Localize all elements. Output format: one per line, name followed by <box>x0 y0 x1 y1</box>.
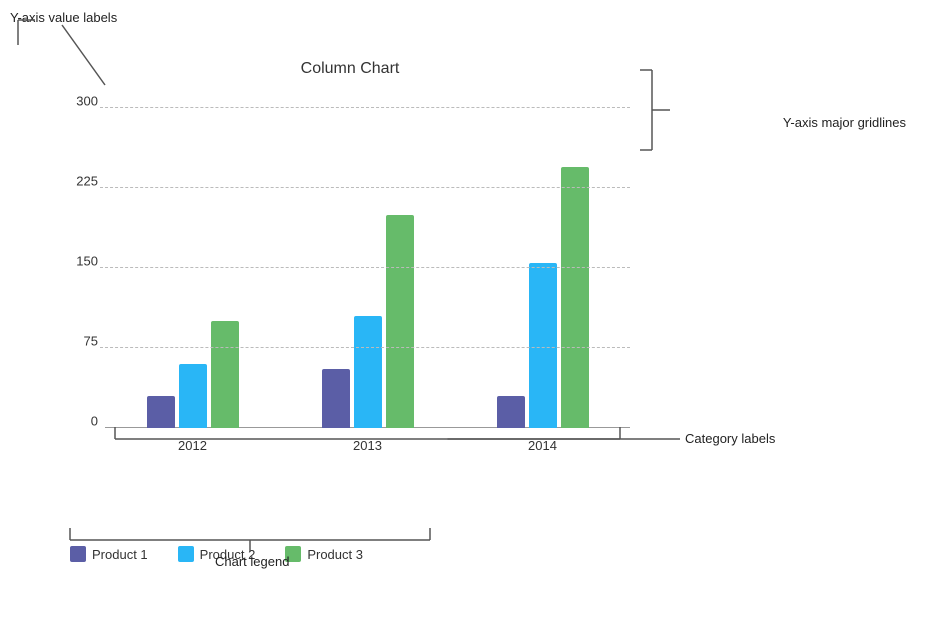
legend-item: Product 3 <box>285 546 363 562</box>
y-axis-label: 300 <box>70 94 98 109</box>
y-axis-gridlines-annotation: Y-axis major gridlines <box>783 115 906 130</box>
gridline <box>100 267 630 268</box>
main-container: Y-axis value labels Column Chart 2012201… <box>0 0 936 622</box>
category-labels-annotation: Category labels <box>685 431 776 446</box>
bar-group <box>280 108 455 428</box>
legend-label: Product 1 <box>92 547 148 562</box>
legend-color-swatch <box>70 546 86 562</box>
y-axis-label: 225 <box>70 174 98 189</box>
x-category-label: 2014 <box>455 438 630 453</box>
y-axis-label: 0 <box>70 414 98 429</box>
bar-product3 <box>211 321 239 428</box>
bar-product2 <box>179 364 207 428</box>
legend: Product 1 Product 2 Product 3 <box>70 546 363 562</box>
legend-label: Product 2 <box>200 547 256 562</box>
bar-product2 <box>354 316 382 428</box>
gridline <box>100 187 630 188</box>
bar-product1 <box>147 396 175 428</box>
chart-container: Column Chart 201220132014 075150225300 <box>70 60 630 440</box>
y-axis-label-annotation: Y-axis value labels <box>10 10 117 25</box>
x-category-label: 2012 <box>105 438 280 453</box>
chart-title: Column Chart <box>70 60 630 78</box>
y-axis-gridlines-text: Y-axis major gridlines <box>783 115 906 130</box>
x-category-label: 2013 <box>280 438 455 453</box>
legend-item: Product 1 <box>70 546 148 562</box>
bar-product1 <box>497 396 525 428</box>
y-axis-label-text: Y-axis value labels <box>10 10 117 25</box>
legend-label: Product 3 <box>307 547 363 562</box>
bar-group <box>105 108 280 428</box>
legend-color-swatch <box>285 546 301 562</box>
gridline <box>100 347 630 348</box>
bar-product2 <box>529 263 557 428</box>
bar-product3 <box>561 167 589 428</box>
bar-product1 <box>322 369 350 428</box>
chart-inner: 201220132014 075150225300 <box>70 88 630 428</box>
bar-product3 <box>386 215 414 428</box>
y-axis-label: 75 <box>70 334 98 349</box>
bars-area <box>105 108 630 428</box>
legend-color-swatch <box>178 546 194 562</box>
gridline <box>100 107 630 108</box>
bar-group <box>455 108 630 428</box>
x-labels: 201220132014 <box>105 438 630 453</box>
y-axis-label: 150 <box>70 254 98 269</box>
legend-item: Product 2 <box>178 546 256 562</box>
